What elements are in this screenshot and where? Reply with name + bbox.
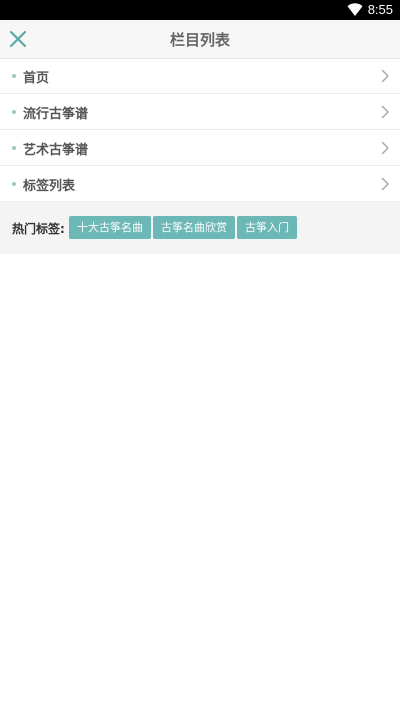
column-menu: 首页 流行古筝谱 艺术古筝谱 标签列表	[0, 58, 400, 202]
status-bar: 8:55	[0, 0, 400, 20]
menu-item-label: 标签列表	[23, 179, 76, 194]
page-title: 栏目列表	[169, 31, 230, 49]
menu-item-art-scores[interactable]: 艺术古筝谱	[0, 130, 400, 166]
status-time: 8:55	[367, 2, 393, 17]
tag-top-ten-guzheng[interactable]: 十大古筝名曲	[69, 216, 151, 239]
hot-tags-label: 热门标签:	[12, 222, 65, 236]
hot-tags-section: 热门标签: 十大古筝名曲 古筝名曲欣赏 古筝入门	[0, 202, 400, 254]
bullet-icon	[12, 146, 16, 150]
tag-guzheng-appreciation[interactable]: 古筝名曲欣赏	[153, 216, 235, 239]
menu-item-popular-scores[interactable]: 流行古筝谱	[0, 94, 400, 130]
menu-item-label: 艺术古筝谱	[23, 143, 89, 158]
bullet-icon	[12, 110, 16, 114]
chevron-right-icon	[381, 177, 389, 191]
tag-guzheng-beginner[interactable]: 古筝入门	[237, 216, 297, 239]
menu-item-label: 流行古筝谱	[23, 107, 89, 122]
bullet-icon	[12, 74, 16, 78]
chevron-right-icon	[381, 69, 389, 83]
bullet-icon	[12, 182, 16, 186]
menu-item-tag-list[interactable]: 标签列表	[0, 166, 400, 202]
menu-item-home[interactable]: 首页	[0, 58, 400, 94]
menu-item-label: 首页	[23, 71, 50, 86]
chevron-right-icon	[381, 141, 389, 155]
wifi-icon	[347, 3, 363, 17]
header-bar: 栏目列表	[0, 20, 400, 59]
chevron-right-icon	[381, 105, 389, 119]
